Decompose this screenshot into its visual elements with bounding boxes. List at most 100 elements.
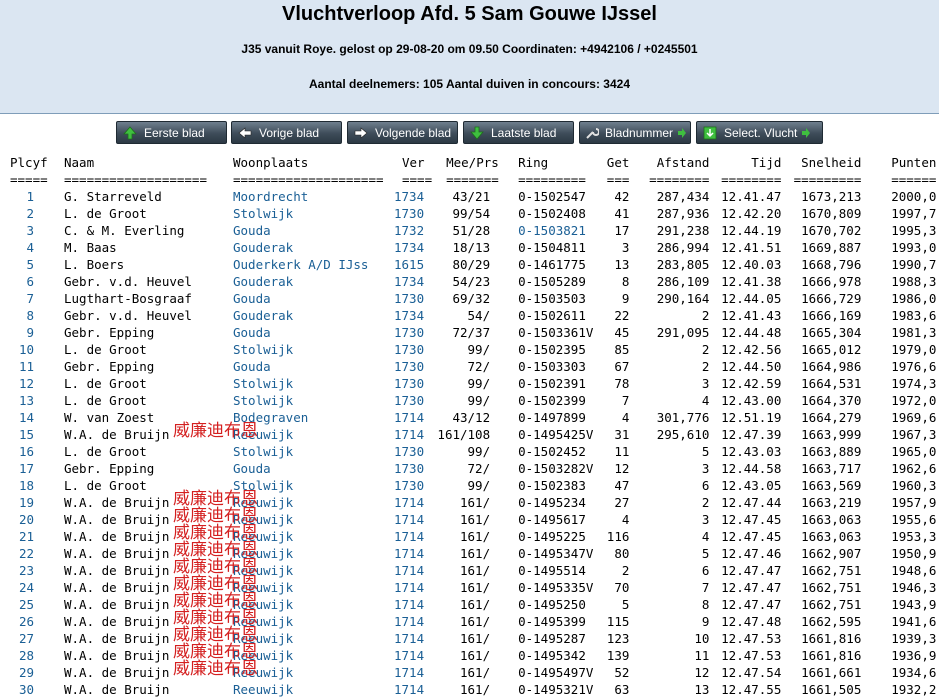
cell-ver[interactable]: 1730 [388, 477, 432, 494]
cell-ver[interactable]: 1730 [388, 358, 432, 375]
cell-plcyf[interactable]: 3 [4, 222, 50, 239]
cell-woonplaats[interactable]: Bodegraven [219, 409, 388, 426]
cell-plcyf[interactable]: 10 [4, 341, 50, 358]
cell-ver[interactable]: 1714 [388, 545, 432, 562]
cell-plcyf[interactable]: 7 [4, 290, 50, 307]
cell-ver[interactable]: 1714 [388, 596, 432, 613]
cell-woonplaats[interactable]: Gouda [219, 222, 388, 239]
cell-plcyf[interactable]: 23 [4, 562, 50, 579]
cell-woonplaats[interactable]: Stolwijk [219, 477, 388, 494]
cell-plcyf[interactable]: 13 [4, 392, 50, 409]
cell-woonplaats[interactable]: Reeuwijk [219, 528, 388, 545]
cell-ver[interactable]: 1714 [388, 409, 432, 426]
cell-woonplaats[interactable]: Moordrecht [219, 188, 388, 205]
cell-woonplaats[interactable]: Reeuwijk [219, 426, 388, 443]
cell-ver[interactable]: 1730 [388, 324, 432, 341]
cell-plcyf[interactable]: 5 [4, 256, 50, 273]
cell-plcyf[interactable]: 8 [4, 307, 50, 324]
cell-ver[interactable]: 1714 [388, 664, 432, 681]
cell-woonplaats[interactable]: Reeuwijk [219, 664, 388, 681]
cell-plcyf[interactable]: 2 [4, 205, 50, 222]
cell-woonplaats[interactable]: Gouda [219, 358, 388, 375]
page-title: Vluchtverloop Afd. 5 Sam Gouwe IJssel [282, 3, 657, 25]
cell-ver[interactable]: 1734 [388, 307, 432, 324]
cell-plcyf[interactable]: 9 [4, 324, 50, 341]
cell-ver[interactable]: 1714 [388, 647, 432, 664]
cell-woonplaats[interactable]: Gouderak [219, 239, 388, 256]
cell-plcyf[interactable]: 19 [4, 494, 50, 511]
cell-woonplaats[interactable]: Stolwijk [219, 205, 388, 222]
cell-plcyf[interactable]: 25 [4, 596, 50, 613]
cell-plcyf[interactable]: 12 [4, 375, 50, 392]
cell-ver[interactable]: 1730 [388, 460, 432, 477]
cell-woonplaats[interactable]: Gouderak [219, 307, 388, 324]
cell-plcyf[interactable]: 21 [4, 528, 50, 545]
cell-ver[interactable]: 1714 [388, 426, 432, 443]
cell-ver[interactable]: 1732 [388, 222, 432, 239]
cell-plcyf[interactable]: 24 [4, 579, 50, 596]
download-icon [702, 125, 718, 141]
eerste-blad-button[interactable]: Eerste blad [116, 121, 227, 144]
cell-plcyf[interactable]: 11 [4, 358, 50, 375]
cell-woonplaats[interactable]: Gouda [219, 290, 388, 307]
cell-get: 67 [614, 359, 630, 374]
cell-ver[interactable]: 1730 [388, 290, 432, 307]
cell-ver[interactable]: 1734 [388, 239, 432, 256]
cell-woonplaats[interactable]: Stolwijk [219, 392, 388, 409]
bladnummer-button[interactable]: Bladnummer [579, 121, 691, 144]
cell-woonplaats[interactable]: Reeuwijk [219, 630, 388, 647]
select-vlucht-button[interactable]: Select. Vlucht [696, 121, 823, 144]
laatste-blad-button[interactable]: Laatste blad [463, 121, 574, 144]
cell-plcyf[interactable]: 20 [4, 511, 50, 528]
cell-woonplaats[interactable]: Reeuwijk [219, 647, 388, 664]
cell-plcyf[interactable]: 30 [4, 681, 50, 698]
cell-woonplaats[interactable]: Reeuwijk [219, 494, 388, 511]
cell-ver[interactable]: 1730 [388, 392, 432, 409]
cell-woonplaats[interactable]: Gouderak [219, 273, 388, 290]
cell-plcyf[interactable]: 1 [4, 188, 50, 205]
cell-ver[interactable]: 1714 [388, 562, 432, 579]
cell-woonplaats[interactable]: Reeuwijk [219, 613, 388, 630]
cell-woonplaats[interactable]: Stolwijk [219, 375, 388, 392]
cell-woonplaats[interactable]: Reeuwijk [219, 511, 388, 528]
cell-plcyf[interactable]: 22 [4, 545, 50, 562]
cell-woonplaats[interactable]: Reeuwijk [219, 545, 388, 562]
cell-woonplaats[interactable]: Reeuwijk [219, 681, 388, 698]
cell-woonplaats[interactable]: Gouda [219, 460, 388, 477]
cell-plcyf[interactable]: 18 [4, 477, 50, 494]
cell-ver[interactable]: 1615 [388, 256, 432, 273]
cell-plcyf[interactable]: 15 [4, 426, 50, 443]
cell-woonplaats[interactable]: Stolwijk [219, 443, 388, 460]
cell-plcyf[interactable]: 26 [4, 613, 50, 630]
volgende-blad-button[interactable]: Volgende blad [347, 121, 458, 144]
cell-ver[interactable]: 1730 [388, 443, 432, 460]
cell-woonplaats[interactable]: Reeuwijk [219, 562, 388, 579]
vorige-blad-button[interactable]: Vorige blad [231, 121, 342, 144]
cell-plcyf[interactable]: 27 [4, 630, 50, 647]
cell-ver[interactable]: 1714 [388, 630, 432, 647]
cell-plcyf[interactable]: 28 [4, 647, 50, 664]
cell-ver[interactable]: 1714 [388, 511, 432, 528]
cell-ver[interactable]: 1734 [388, 188, 432, 205]
cell-ver[interactable]: 1730 [388, 341, 432, 358]
cell-ver[interactable]: 1730 [388, 375, 432, 392]
cell-ver[interactable]: 1714 [388, 528, 432, 545]
cell-woonplaats[interactable]: Reeuwijk [219, 596, 388, 613]
cell-ver[interactable]: 1714 [388, 579, 432, 596]
cell-plcyf[interactable]: 16 [4, 443, 50, 460]
cell-ver[interactable]: 1714 [388, 494, 432, 511]
cell-ver[interactable]: 1714 [388, 681, 432, 698]
cell-snelheid: 1661,816 [801, 648, 862, 663]
cell-plcyf[interactable]: 14 [4, 409, 50, 426]
cell-ver[interactable]: 1730 [388, 205, 432, 222]
cell-woonplaats[interactable]: Stolwijk [219, 341, 388, 358]
cell-woonplaats[interactable]: Gouda [219, 324, 388, 341]
cell-plcyf[interactable]: 29 [4, 664, 50, 681]
cell-woonplaats[interactable]: Reeuwijk [219, 579, 388, 596]
cell-ver[interactable]: 1714 [388, 613, 432, 630]
cell-woonplaats[interactable]: Ouderkerk A/D IJss [219, 256, 388, 273]
cell-plcyf[interactable]: 17 [4, 460, 50, 477]
cell-plcyf[interactable]: 6 [4, 273, 50, 290]
cell-ver[interactable]: 1734 [388, 273, 432, 290]
cell-plcyf[interactable]: 4 [4, 239, 50, 256]
